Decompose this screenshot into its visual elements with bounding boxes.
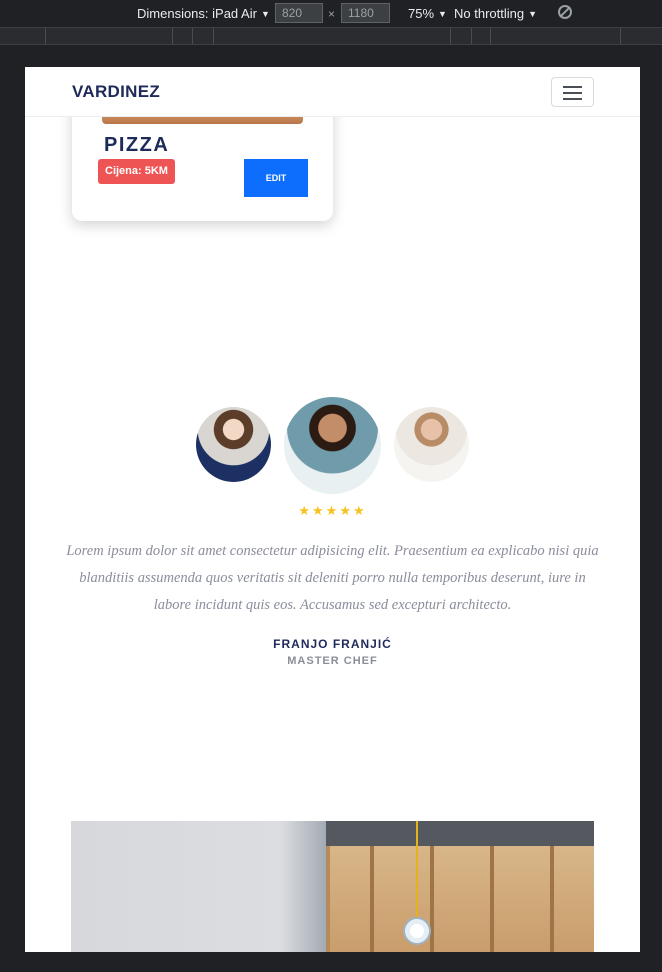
rating-stars: ★★★★★ <box>298 503 367 518</box>
device-frame: PIZZA Cijena: 5KM EDIT VARDINEZ ★★★★★ Lo… <box>0 45 662 972</box>
edit-button[interactable]: EDIT <box>244 159 308 197</box>
chevron-down-icon: ▼ <box>438 8 447 19</box>
hamburger-icon <box>563 86 582 88</box>
throttling-dropdown[interactable]: No throttling ▼ <box>454 6 537 21</box>
person-name: FRANJO FRANJIĆ <box>273 637 392 651</box>
dimensions-dropdown[interactable]: Dimensions: iPad Air ▼ <box>137 6 270 21</box>
page-viewport: PIZZA Cijena: 5KM EDIT VARDINEZ ★★★★★ Lo… <box>25 67 640 952</box>
dimensions-label: Dimensions: iPad Air <box>137 6 257 21</box>
media-query-ruler[interactable] <box>0 27 662 45</box>
rotate-icon[interactable] <box>558 5 572 19</box>
card-title: PIZZA <box>104 134 170 156</box>
height-input[interactable]: 1180 <box>341 3 390 23</box>
zoom-dropdown[interactable]: 75% ▼ <box>408 6 447 21</box>
avatar[interactable] <box>394 407 469 482</box>
avatar[interactable] <box>196 407 271 482</box>
chevron-down-icon: ▼ <box>260 8 270 19</box>
avatar-active[interactable] <box>284 397 381 494</box>
throttling-label: No throttling <box>454 6 525 21</box>
price-badge: Cijena: 5KM <box>98 159 175 184</box>
testimonial-quote: Lorem ipsum dolor sit amet consectetur a… <box>66 543 599 613</box>
lamp-icon <box>403 917 431 945</box>
chevron-down-icon: ▼ <box>528 8 538 19</box>
restaurant-photo <box>71 821 594 952</box>
times-symbol: × <box>328 7 336 21</box>
menu-toggle-button[interactable] <box>551 77 594 107</box>
brand-logo[interactable]: VARDINEZ <box>72 82 160 102</box>
testimonial-avatars <box>25 397 640 497</box>
navbar: VARDINEZ <box>25 67 640 117</box>
zoom-label: 75% <box>408 6 435 21</box>
width-input[interactable]: 820 <box>275 3 323 23</box>
devtools-toolbar: Dimensions: iPad Air ▼ 820 × 1180 75% ▼ … <box>0 0 662 27</box>
person-role: MASTER CHEF <box>287 655 378 667</box>
